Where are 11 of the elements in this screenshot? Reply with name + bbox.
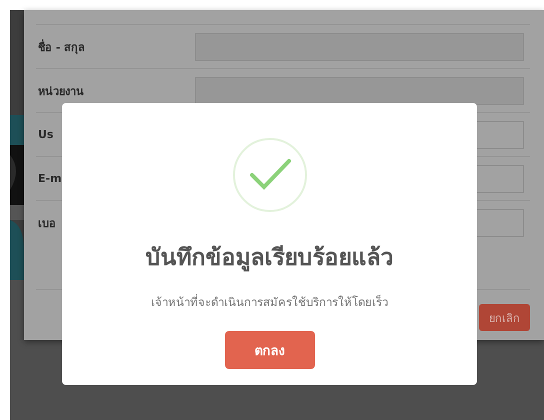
field-label: เบอ	[38, 216, 57, 232]
dialog-message: เจ้าหน้าที่จะดำเนินการสมัครใช้บริการให้โดยเร็ว	[151, 293, 388, 311]
field-label: ชื่อ - สกุล	[38, 38, 86, 56]
field-label: Us	[38, 128, 54, 141]
cancel-button[interactable]: ยกเลิก	[479, 304, 530, 331]
ok-button[interactable]: ตกลง	[224, 331, 314, 369]
field-label: หน่วยงาน	[38, 84, 85, 100]
check-circle-icon	[232, 137, 308, 213]
dialog-title: บันทึกข้อมูลเรียบร้อยแล้ว	[146, 244, 394, 274]
input-field[interactable]	[195, 76, 524, 104]
field-label: E-m	[38, 172, 63, 185]
